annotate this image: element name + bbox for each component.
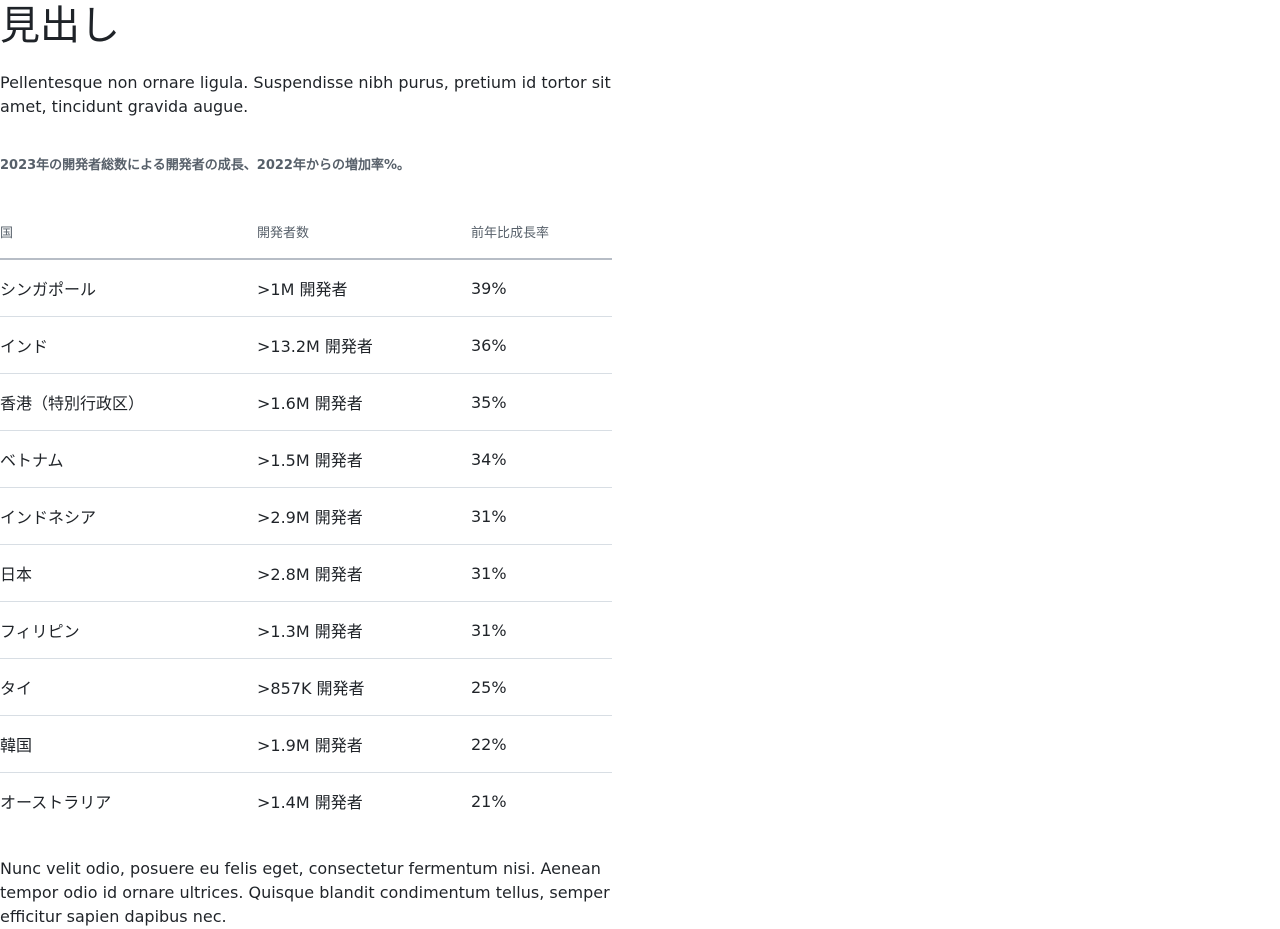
country-cell: オーストラリア <box>0 793 112 812</box>
column-header-developers: 開発者数 <box>257 204 471 260</box>
developers-cell: >1.6M 開発者 <box>257 373 471 431</box>
column-header-country: 国 <box>0 204 257 260</box>
table-row: タイ >857K 開発者 25% <box>0 658 612 716</box>
developers-cell: >1.3M 開発者 <box>257 601 471 659</box>
table-row: インド >13.2M 開発者 36% <box>0 316 612 374</box>
developers-cell: >13.2M 開発者 <box>257 316 471 374</box>
table-row: 日本 >2.8M 開発者 31% <box>0 544 612 602</box>
article-content: 見出し Pellentesque non ornare ligula. Susp… <box>0 0 612 929</box>
column-header-growth: 前年比成長率 <box>471 204 612 260</box>
table-row: ベトナム >1.5M 開発者 34% <box>0 430 612 488</box>
table-row: フィリピン >1.3M 開発者 31% <box>0 601 612 659</box>
table-caption: 2023年の開発者総数による開発者の成長、2022年からの増加率%。 <box>0 158 410 173</box>
growth-cell: 34% <box>471 430 612 488</box>
country-cell: ベトナム <box>0 430 257 488</box>
table-row: インドネシア >2.9M 開発者 31% <box>0 487 612 545</box>
country-cell: インド <box>0 316 257 374</box>
developers-cell: >1M 開発者 <box>257 259 471 317</box>
country-cell: 香港（特別行政区） <box>0 373 257 431</box>
growth-cell: 35% <box>471 373 612 431</box>
growth-cell: 25% <box>471 658 612 716</box>
growth-cell: 36% <box>471 316 612 374</box>
country-cell: インドネシア <box>0 487 257 545</box>
growth-cell: 31% <box>471 544 612 602</box>
closing-paragraph: Nunc velit odio, posuere eu felis eget, … <box>0 859 610 926</box>
developers-cell: >1.5M 開発者 <box>257 430 471 488</box>
table-row: 韓国 >1.9M 開発者 22% <box>0 715 612 773</box>
developers-cell: >857K 開発者 <box>257 658 471 716</box>
developers-cell: >2.9M 開発者 <box>257 487 471 545</box>
table-row: オーストラリア >1.4M 開発者 21% <box>0 773 612 830</box>
growth-cell: 31% <box>471 601 612 659</box>
growth-cell: 39% <box>471 259 612 317</box>
table-row: シンガポール >1M 開発者 39% <box>0 259 612 317</box>
country-cell: フィリピン <box>0 601 257 659</box>
page-heading: 見出し <box>0 3 120 49</box>
table-row: 香港（特別行政区） >1.6M 開発者 35% <box>0 373 612 431</box>
growth-cell: 22% <box>471 715 612 773</box>
developers-cell: >1.4M 開発者 <box>257 793 363 812</box>
growth-cell: 21% <box>471 791 507 811</box>
country-cell: 日本 <box>0 544 257 602</box>
country-cell: シンガポール <box>0 259 257 317</box>
country-cell: 韓国 <box>0 715 257 773</box>
developers-cell: >1.9M 開発者 <box>257 715 471 773</box>
growth-cell: 31% <box>471 487 612 545</box>
country-cell: タイ <box>0 658 257 716</box>
table-header-row: 国 開発者数 前年比成長率 <box>0 204 612 260</box>
developer-growth-table: 国 開発者数 前年比成長率 シンガポール >1M 開発者 39% インド >13… <box>0 204 612 829</box>
developers-cell: >2.8M 開発者 <box>257 544 471 602</box>
intro-paragraph: Pellentesque non ornare ligula. Suspendi… <box>0 73 611 116</box>
